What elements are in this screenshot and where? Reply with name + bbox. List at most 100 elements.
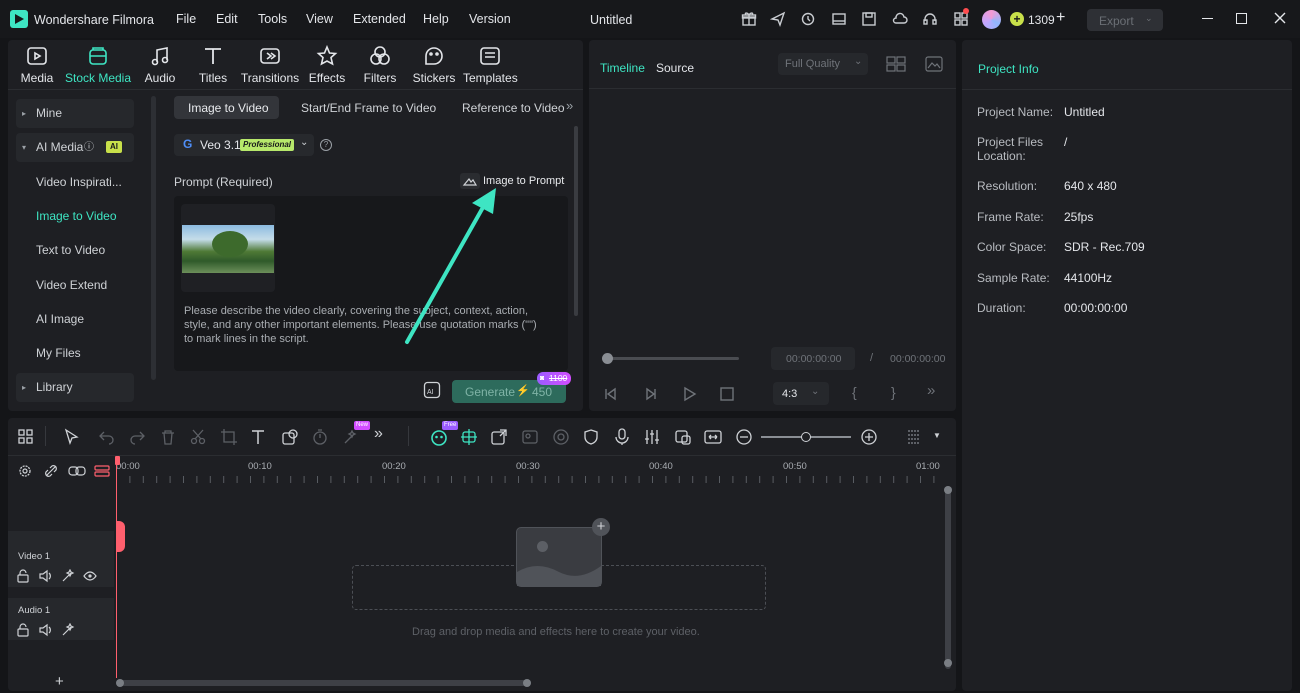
tab-reference-to-video[interactable]: Reference to Video (462, 101, 565, 115)
video-effects-icon[interactable] (61, 569, 75, 583)
toolbar-audio[interactable]: Audio (137, 45, 183, 85)
export-frame-icon[interactable] (490, 428, 508, 446)
microphone-icon[interactable] (613, 428, 631, 446)
close-icon[interactable] (1274, 12, 1286, 24)
ai-image-icon[interactable]: AI (423, 381, 441, 399)
aspect-ratio-dropdown[interactable]: 4:3 ⌄ (773, 382, 829, 405)
playhead-marker[interactable] (116, 521, 125, 552)
mark-in-icon[interactable]: { (852, 384, 857, 400)
menu-extended[interactable]: Extended (353, 12, 406, 26)
preview-scrubber[interactable] (603, 357, 739, 360)
toolbar-titles[interactable]: Titles (190, 45, 236, 85)
fit-timeline-icon[interactable] (704, 428, 722, 446)
menu-help[interactable]: Help (423, 12, 449, 26)
toolbar-transitions[interactable]: Transitions (240, 45, 300, 85)
ai-tool-icon[interactable] (342, 428, 360, 446)
image-adjust-icon[interactable] (521, 428, 539, 446)
current-time-field[interactable]: 00:00:00:00 (771, 347, 855, 370)
delete-icon[interactable] (159, 428, 177, 446)
select-tool-icon[interactable] (63, 428, 81, 446)
menu-view[interactable]: View (306, 12, 333, 26)
stop-icon[interactable] (719, 386, 735, 402)
more-tabs-icon[interactable]: » (566, 98, 573, 113)
add-media-plus-icon[interactable]: + (592, 518, 610, 536)
prompt-scrollbar[interactable] (574, 126, 578, 316)
tab-start-end-frame[interactable]: Start/End Frame to Video (301, 101, 436, 115)
tab-source[interactable]: Source (656, 61, 694, 75)
toolbar-filters[interactable]: Filters (357, 45, 403, 85)
zoom-slider-handle[interactable] (801, 432, 811, 442)
timeline-vertical-scrollbar[interactable] (945, 486, 951, 669)
help-icon[interactable]: ⓘ (84, 133, 94, 162)
redo-icon[interactable] (128, 428, 146, 446)
split-scissors-icon[interactable] (189, 428, 207, 446)
play-frame-icon[interactable] (642, 386, 658, 402)
save-icon[interactable] (861, 11, 877, 27)
more-tools-icon[interactable]: » (374, 425, 383, 443)
layout-grid-icon[interactable] (17, 428, 35, 446)
maximize-icon[interactable] (1236, 13, 1247, 24)
export-button[interactable]: Export ⌄ (1087, 9, 1163, 31)
send-icon[interactable] (770, 11, 786, 27)
sidebar-item-library[interactable]: ▸ Library (16, 373, 134, 402)
sidebar-scrollbar[interactable] (151, 96, 156, 380)
minimize-icon[interactable] (1202, 18, 1213, 19)
tab-timeline[interactable]: Timeline (600, 61, 645, 75)
toolbar-stickers[interactable]: Stickers (411, 45, 457, 85)
menu-tools[interactable]: Tools (258, 12, 287, 26)
speed-timer-icon[interactable] (311, 428, 329, 446)
motion-track-icon[interactable] (552, 428, 570, 446)
crop-icon[interactable] (220, 428, 238, 446)
add-track-plus-icon[interactable]: + (55, 673, 64, 690)
headset-icon[interactable] (922, 11, 938, 27)
grid-view-icon[interactable] (886, 56, 906, 72)
audio-effects-icon[interactable] (61, 623, 75, 637)
scrubber-handle[interactable] (602, 353, 613, 364)
sidebar-item-image-to-video[interactable]: Image to Video (16, 202, 134, 231)
toolbar-stock-media[interactable]: Stock Media (64, 45, 132, 85)
uploaded-image-tile[interactable] (181, 204, 275, 292)
track-layout-icon[interactable] (905, 428, 923, 446)
play-icon[interactable] (681, 386, 697, 402)
sidebar-item-video-inspiration[interactable]: Video Inspirati... (16, 168, 134, 197)
model-selector[interactable]: G Veo 3.1 Professional ⌄ (174, 134, 314, 156)
replace-clip-icon[interactable] (674, 428, 692, 446)
sidebar-item-ai-image[interactable]: AI Image (16, 305, 134, 334)
help-icon[interactable]: ? (320, 139, 332, 151)
quality-dropdown[interactable]: Full Quality ⌄ (778, 53, 868, 75)
video-mute-icon[interactable] (38, 569, 52, 583)
text-tool-icon[interactable] (250, 428, 268, 446)
sidebar-item-mine[interactable]: ▸ Mine (16, 99, 134, 128)
mark-out-icon[interactable]: } (891, 384, 896, 400)
undo-icon[interactable] (98, 428, 116, 446)
timeline-horizontal-scrollbar[interactable] (117, 680, 531, 686)
credits-widget[interactable]: + 1309 + (982, 9, 1072, 29)
toolbar-media[interactable]: Media (14, 45, 60, 85)
menu-version[interactable]: Version (469, 12, 511, 26)
avatar[interactable] (982, 10, 1001, 29)
apps-grid-icon[interactable] (953, 8, 969, 27)
layout-icon[interactable] (831, 11, 847, 27)
toolbar-effects[interactable]: Effects (304, 45, 350, 85)
scrollbar-handle-bottom[interactable] (944, 659, 952, 667)
scene-detect-icon[interactable] (460, 428, 478, 446)
sidebar-item-video-extend[interactable]: Video Extend (16, 271, 134, 300)
shield-icon[interactable] (582, 428, 600, 446)
scrollbar-handle-left[interactable] (116, 679, 124, 687)
zoom-out-icon[interactable] (735, 428, 753, 446)
sidebar-item-text-to-video[interactable]: Text to Video (16, 236, 134, 265)
ai-mate-icon[interactable] (430, 428, 448, 446)
dropdown-arrow-icon[interactable]: ▼ (933, 431, 941, 440)
scrollbar-handle-top[interactable] (944, 486, 952, 494)
audio-lock-icon[interactable] (16, 623, 30, 637)
more-icon[interactable]: » (927, 382, 935, 399)
menu-edit[interactable]: Edit (216, 12, 238, 26)
audio-mixer-icon[interactable] (643, 428, 661, 446)
prev-frame-icon[interactable] (603, 386, 619, 402)
mask-icon[interactable] (281, 428, 299, 446)
gift-icon[interactable] (741, 11, 757, 27)
video-lock-icon[interactable] (16, 569, 30, 583)
zoom-in-icon[interactable] (860, 428, 878, 446)
sidebar-item-ai-media[interactable]: ▾ AI Media ⓘ AI (16, 133, 134, 162)
audio-mute-icon[interactable] (38, 623, 52, 637)
